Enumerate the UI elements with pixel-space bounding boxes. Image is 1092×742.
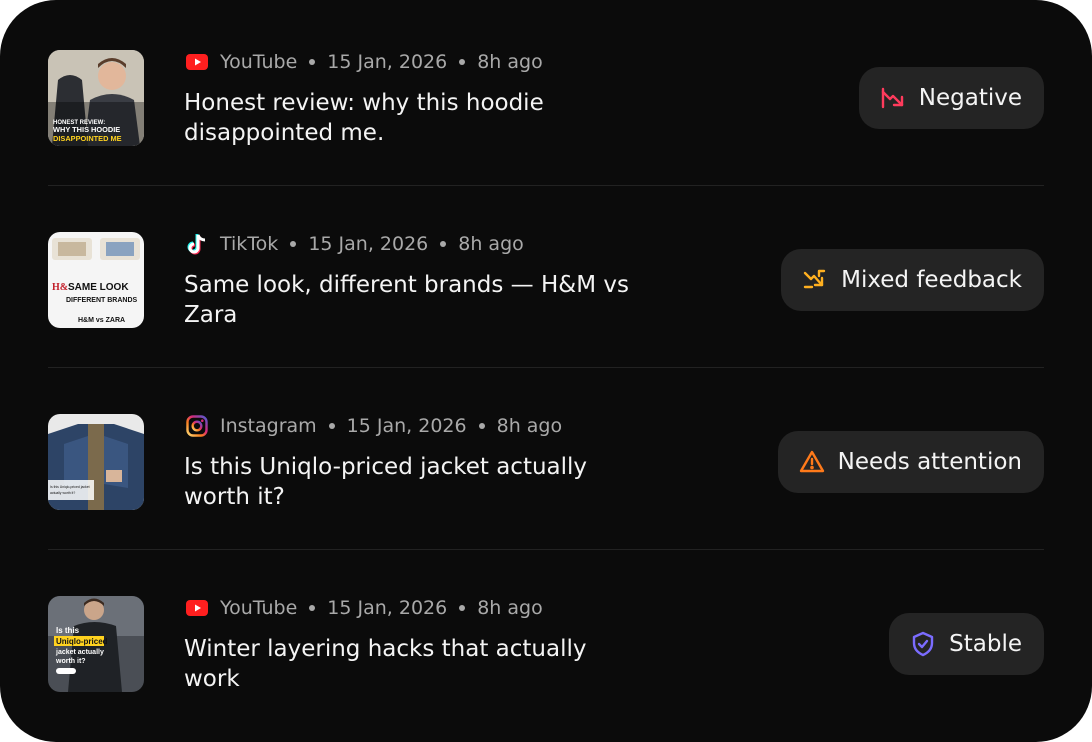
platform-name: YouTube [220, 597, 298, 619]
shield-check-icon [909, 630, 937, 658]
post-date: 15 Jan, 2026 [327, 597, 448, 619]
status-badge[interactable]: Mixed feedback [781, 249, 1044, 311]
platform-name: TikTok [220, 233, 279, 255]
thumbnail-caption: actually worth it? [50, 491, 75, 495]
thumbnail-caption: SAME LOOK [68, 282, 129, 293]
platform-name: YouTube [220, 51, 298, 73]
video-thumbnail[interactable]: Is this Uniqlo-priced jacket actually wo… [48, 414, 144, 510]
thumbnail-caption: WHY THIS HOODIE [53, 125, 120, 134]
post-meta: YouTube 15 Jan, 2026 8h ago [186, 48, 543, 76]
post-date: 15 Jan, 2026 [327, 51, 448, 73]
status-label: Negative [918, 85, 1022, 111]
post-title[interactable]: Winter layering hacks that actually work [184, 634, 644, 694]
thumbnail-caption: DISAPPOINTED ME [53, 134, 122, 143]
thumbnail-caption: Is this [56, 626, 80, 635]
post-date: 15 Jan, 2026 [308, 233, 429, 255]
status-label: Stable [949, 631, 1022, 657]
separator-dot [478, 423, 485, 429]
status-badge[interactable]: Stable [889, 613, 1044, 675]
post-title[interactable]: Honest review: why this hoodie disappoin… [184, 88, 644, 148]
thumbnail-caption: worth it? [55, 658, 86, 665]
post-age: 8h ago [477, 597, 543, 619]
separator-dot [440, 241, 447, 247]
feed-item[interactable]: Is this Uniqlo-priced jacket actually wo… [48, 550, 1044, 732]
feed-item[interactable]: H& SAME LOOK DIFFERENT BRANDS H&M vs ZAR… [48, 186, 1044, 368]
separator-dot [309, 59, 316, 65]
platform-name: Instagram [220, 415, 317, 437]
status-badge[interactable]: Negative [858, 67, 1044, 129]
post-meta: TikTok 15 Jan, 2026 8h ago [186, 230, 524, 258]
post-title[interactable]: Is this Uniqlo-priced jacket actually wo… [184, 452, 644, 512]
trend-down-icon [879, 84, 907, 112]
post-date: 15 Jan, 2026 [346, 415, 467, 437]
post-title[interactable]: Same look, different brands — H&M vs Zar… [184, 270, 644, 330]
post-meta: Instagram 15 Jan, 2026 8h ago [186, 412, 562, 440]
status-label: Mixed feedback [841, 267, 1022, 293]
feed-item[interactable]: HONEST REVIEW: WHY THIS HOODIE DISAPPOIN… [48, 4, 1044, 186]
post-age: 8h ago [496, 415, 563, 437]
warning-icon [798, 448, 826, 476]
status-label: Needs attention [837, 449, 1022, 475]
video-thumbnail[interactable]: H& SAME LOOK DIFFERENT BRANDS H&M vs ZAR… [48, 232, 144, 328]
thumbnail-caption: Is this Uniqlo-priced jacket [50, 485, 90, 489]
svg-text:H&: H& [52, 282, 68, 293]
thumbnail-caption: Uniqlo-priced [56, 637, 108, 646]
thumbnail-caption: H&M vs ZARA [78, 317, 125, 324]
trend-mixed-icon [801, 266, 829, 294]
video-thumbnail[interactable]: Is this Uniqlo-priced jacket actually wo… [48, 596, 144, 692]
status-badge[interactable]: Needs attention [777, 431, 1044, 493]
tiktok-icon [186, 233, 208, 255]
post-age: 8h ago [477, 51, 543, 73]
separator-dot [309, 605, 316, 611]
separator-dot [328, 423, 335, 429]
social-mentions-card: HONEST REVIEW: WHY THIS HOODIE DISAPPOIN… [0, 0, 1092, 742]
separator-dot [459, 605, 466, 611]
separator-dot [290, 241, 297, 247]
thumbnail-caption: DIFFERENT BRANDS [66, 297, 137, 304]
youtube-icon [186, 597, 208, 619]
post-age: 8h ago [458, 233, 524, 255]
video-thumbnail[interactable]: HONEST REVIEW: WHY THIS HOODIE DISAPPOIN… [48, 50, 144, 146]
thumbnail-caption: jacket actually [55, 649, 104, 656]
feed-item[interactable]: Is this Uniqlo-priced jacket actually wo… [48, 368, 1044, 550]
youtube-icon [186, 51, 208, 73]
post-meta: YouTube 15 Jan, 2026 8h ago [186, 594, 543, 622]
separator-dot [459, 59, 466, 65]
instagram-icon [186, 415, 208, 437]
